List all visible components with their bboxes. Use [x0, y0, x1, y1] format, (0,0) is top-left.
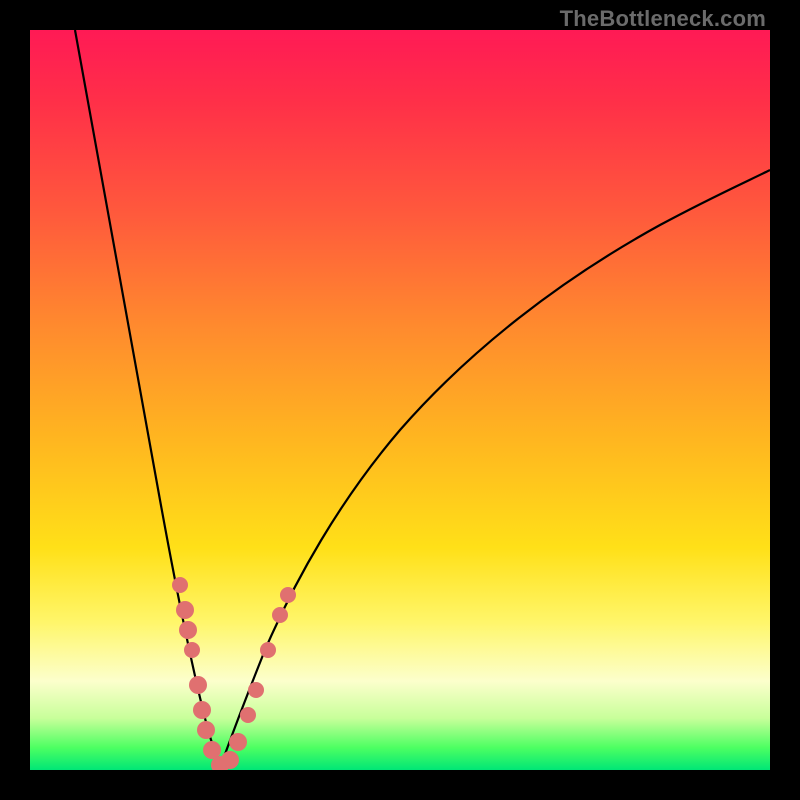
marker	[280, 587, 296, 603]
right-curve	[220, 170, 770, 768]
watermark-text: TheBottleneck.com	[560, 6, 766, 32]
marker	[189, 676, 207, 694]
marker	[193, 701, 211, 719]
chart-frame: TheBottleneck.com	[0, 0, 800, 800]
left-curve	[75, 30, 220, 768]
marker	[172, 577, 188, 593]
plot-area	[30, 30, 770, 770]
marker	[240, 707, 256, 723]
marker	[248, 682, 264, 698]
markers-group	[172, 577, 296, 770]
curves-svg	[30, 30, 770, 770]
marker	[272, 607, 288, 623]
marker	[176, 601, 194, 619]
marker	[179, 621, 197, 639]
marker	[229, 733, 247, 751]
marker	[184, 642, 200, 658]
marker	[197, 721, 215, 739]
marker	[260, 642, 276, 658]
marker	[221, 751, 239, 769]
